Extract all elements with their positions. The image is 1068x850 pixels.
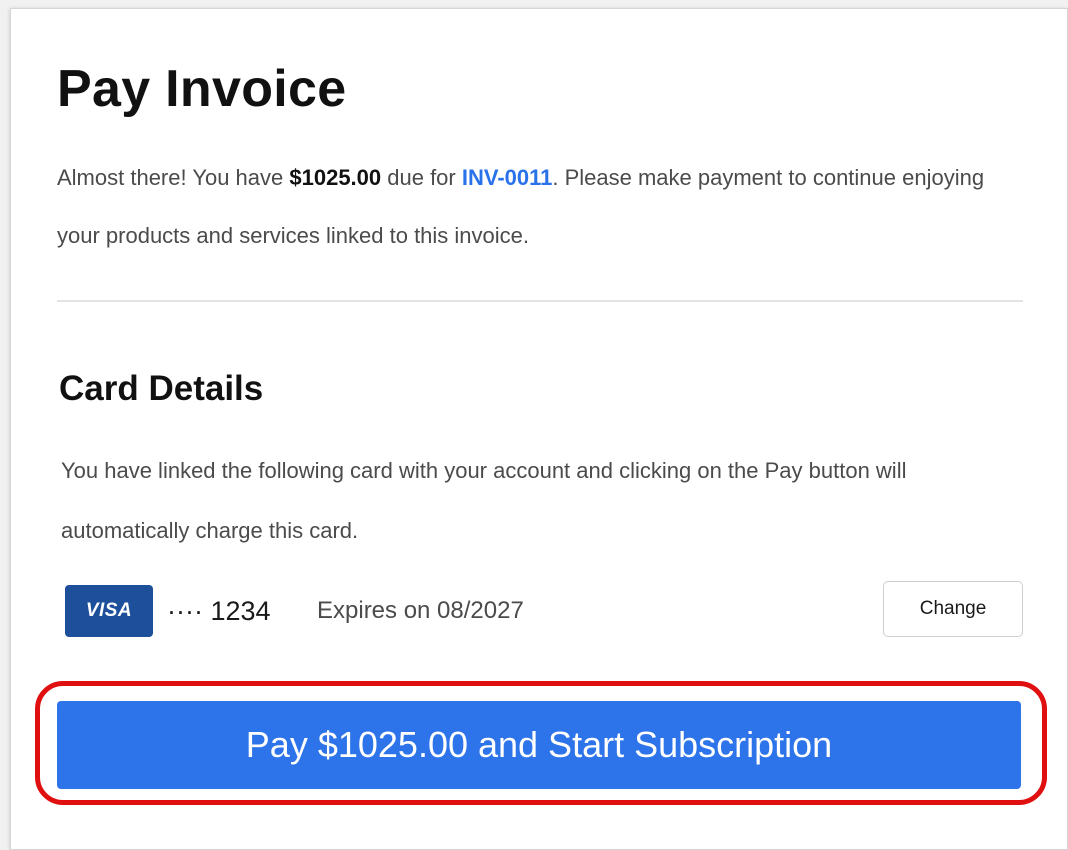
section-divider [57,300,1023,302]
card-details-description: You have linked the following card with … [61,458,907,543]
pay-invoice-card: Pay Invoice Almost there! You have $1025… [10,8,1068,850]
intro-text-middle: due for [381,165,462,190]
card-details-heading: Card Details [59,369,264,408]
change-card-button[interactable]: Change [883,581,1023,637]
intro-text-before: Almost there! You have [57,165,290,190]
linked-card-row: VISA ···· 1234 Expires on 08/2027 Change [65,581,1023,641]
amount-due: $1025.00 [289,165,382,190]
pay-and-subscribe-button[interactable]: Pay $1025.00 and Start Subscription [57,701,1021,789]
card-expiry-date: Expires on 08/2027 [317,597,524,624]
page-title: Pay Invoice [57,60,347,118]
invoice-intro-text: Almost there! You have $1025.00 due for … [57,149,1017,265]
card-masked-number: ···· 1234 [167,596,271,626]
visa-card-icon: VISA [65,585,153,637]
invoice-id-link[interactable]: INV-0011 [462,165,553,190]
